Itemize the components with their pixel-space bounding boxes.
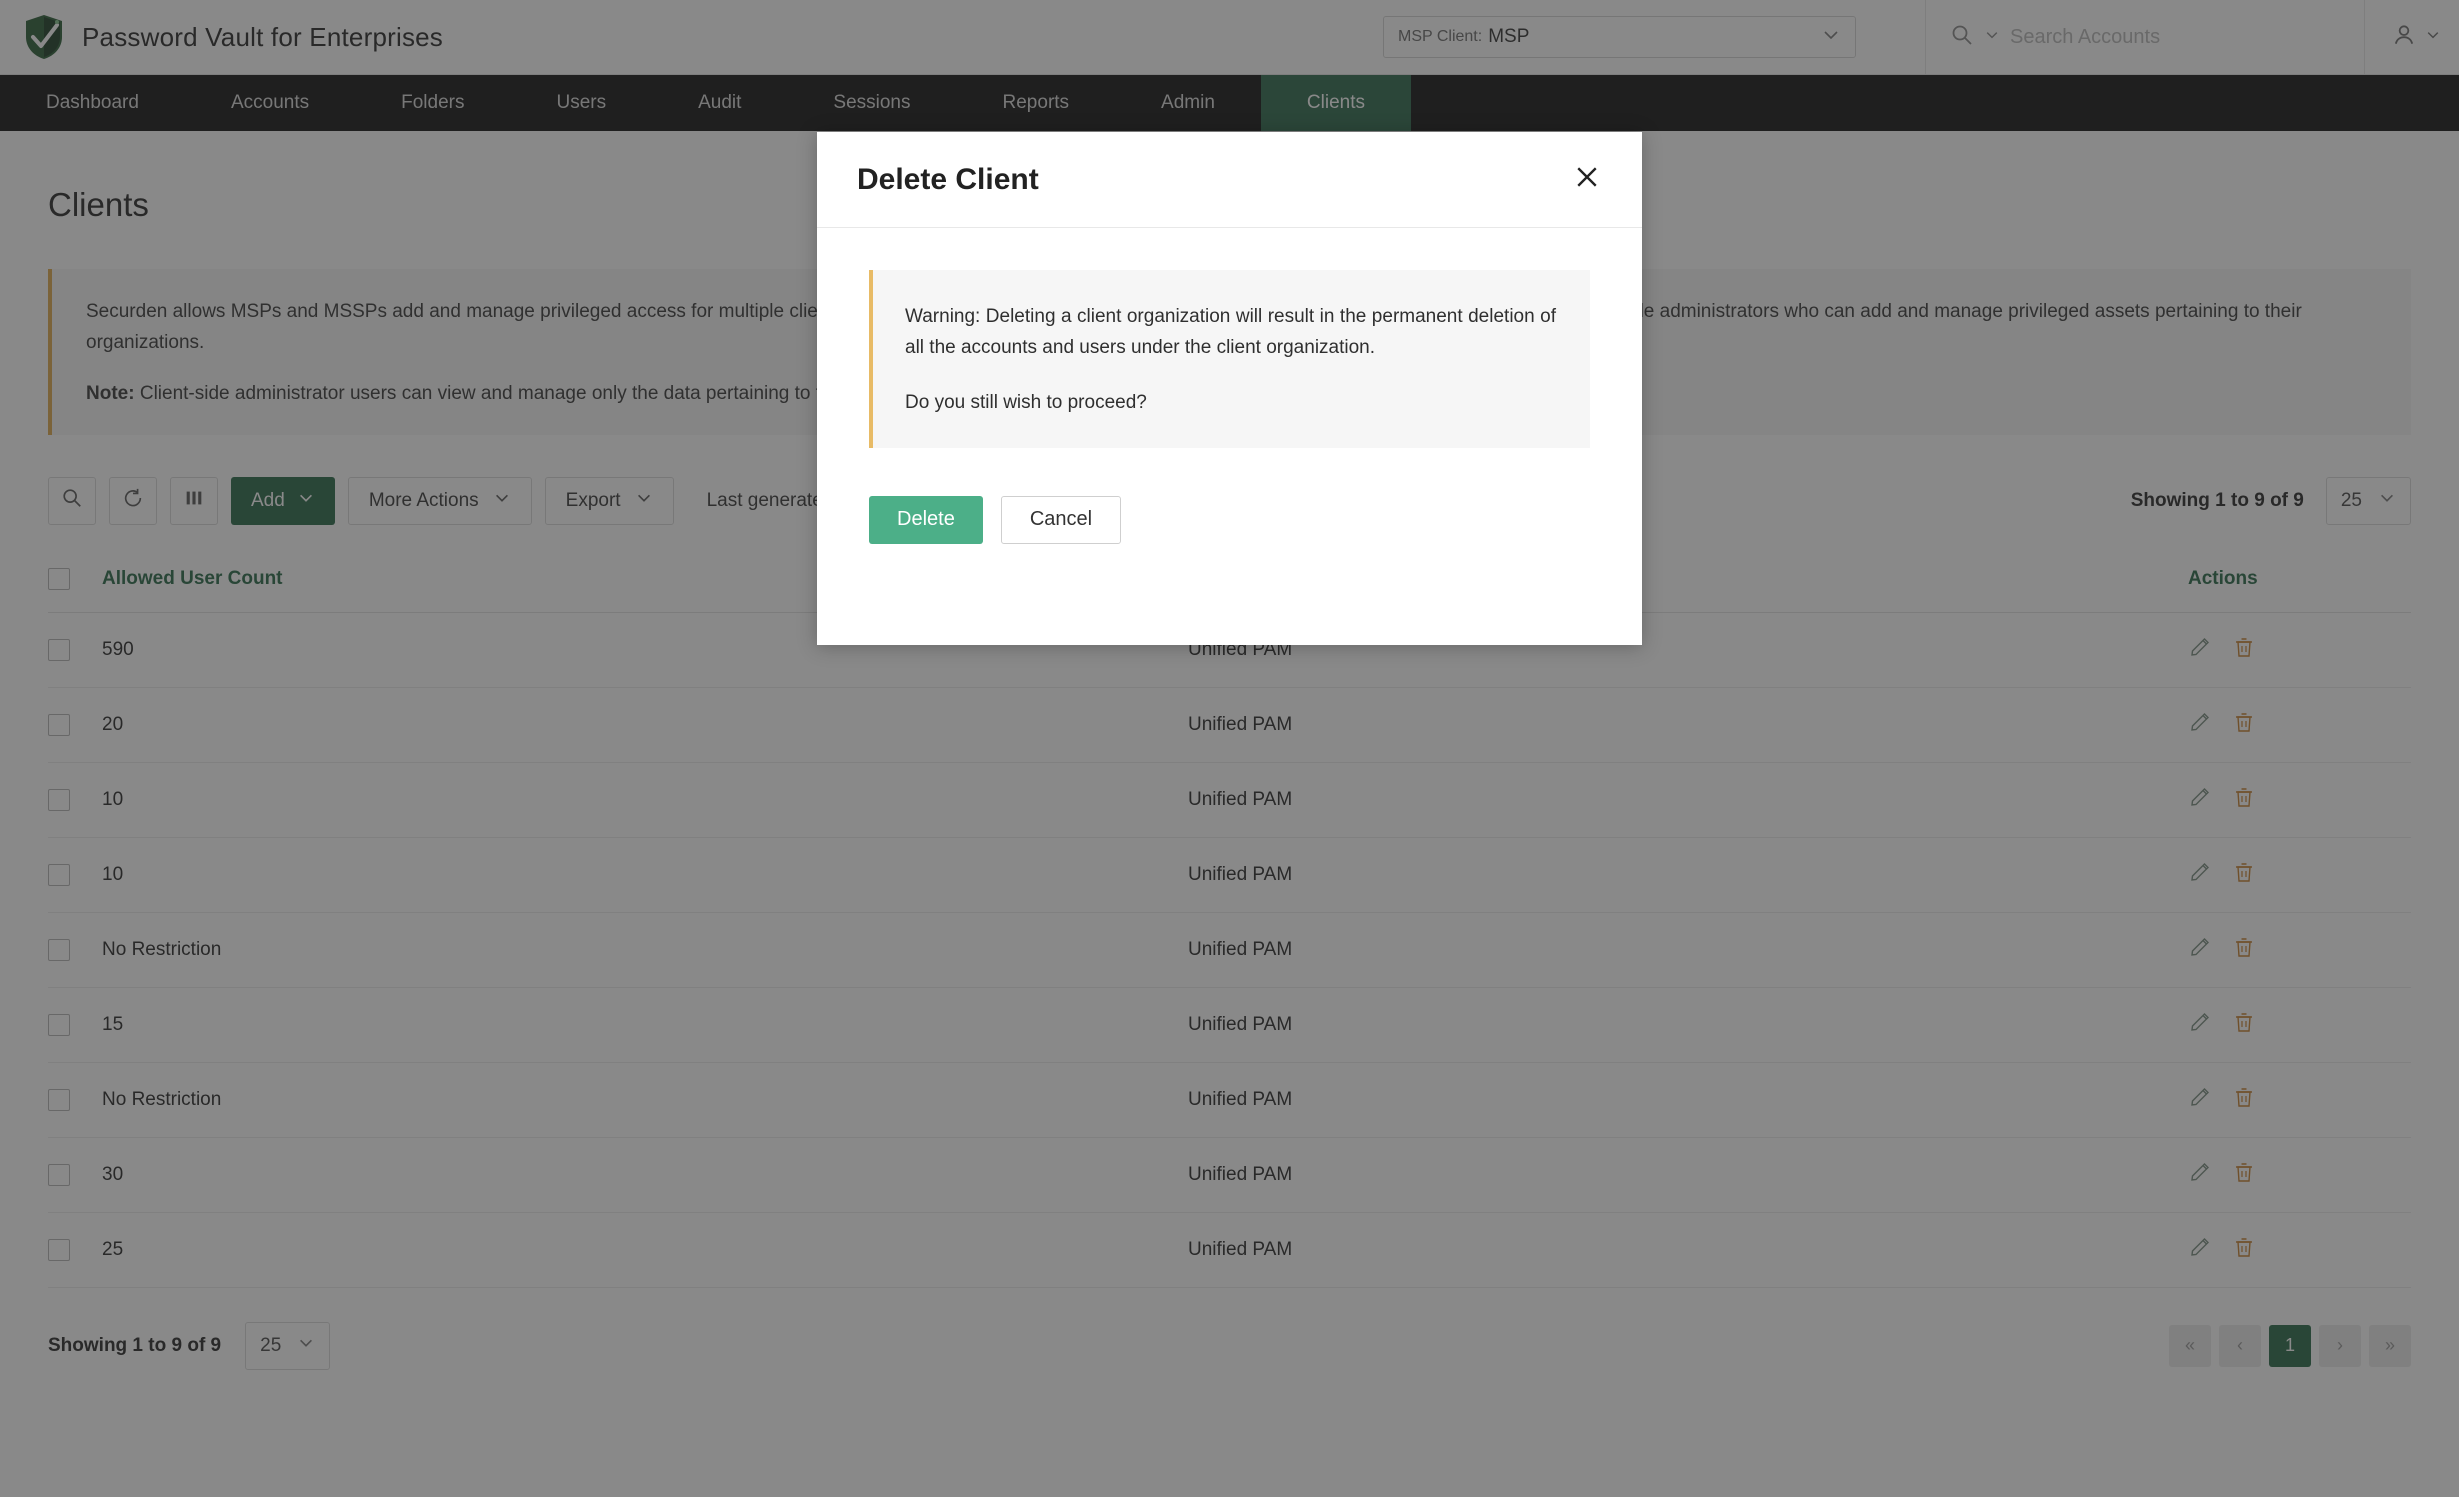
confirm-delete-button[interactable]: Delete — [869, 495, 983, 544]
dialog-body: Warning: Deleting a client organization … — [817, 228, 1642, 448]
dialog-header: Delete Client — [817, 132, 1642, 228]
dialog-actions: Delete Cancel — [817, 448, 1642, 544]
close-icon[interactable] — [1572, 162, 1602, 197]
app-root: Password Vault for Enterprises MSP Clien… — [0, 0, 2459, 1497]
confirm-question: Do you still wish to proceed? — [905, 391, 1147, 413]
delete-client-dialog: Delete Client Warning: Deleting a client… — [817, 132, 1642, 645]
warning-text: Warning: Deleting a client organization … — [905, 306, 1556, 358]
warning-box: Warning: Deleting a client organization … — [869, 270, 1590, 448]
dialog-title: Delete Client — [857, 162, 1039, 196]
cancel-button[interactable]: Cancel — [1000, 495, 1122, 544]
